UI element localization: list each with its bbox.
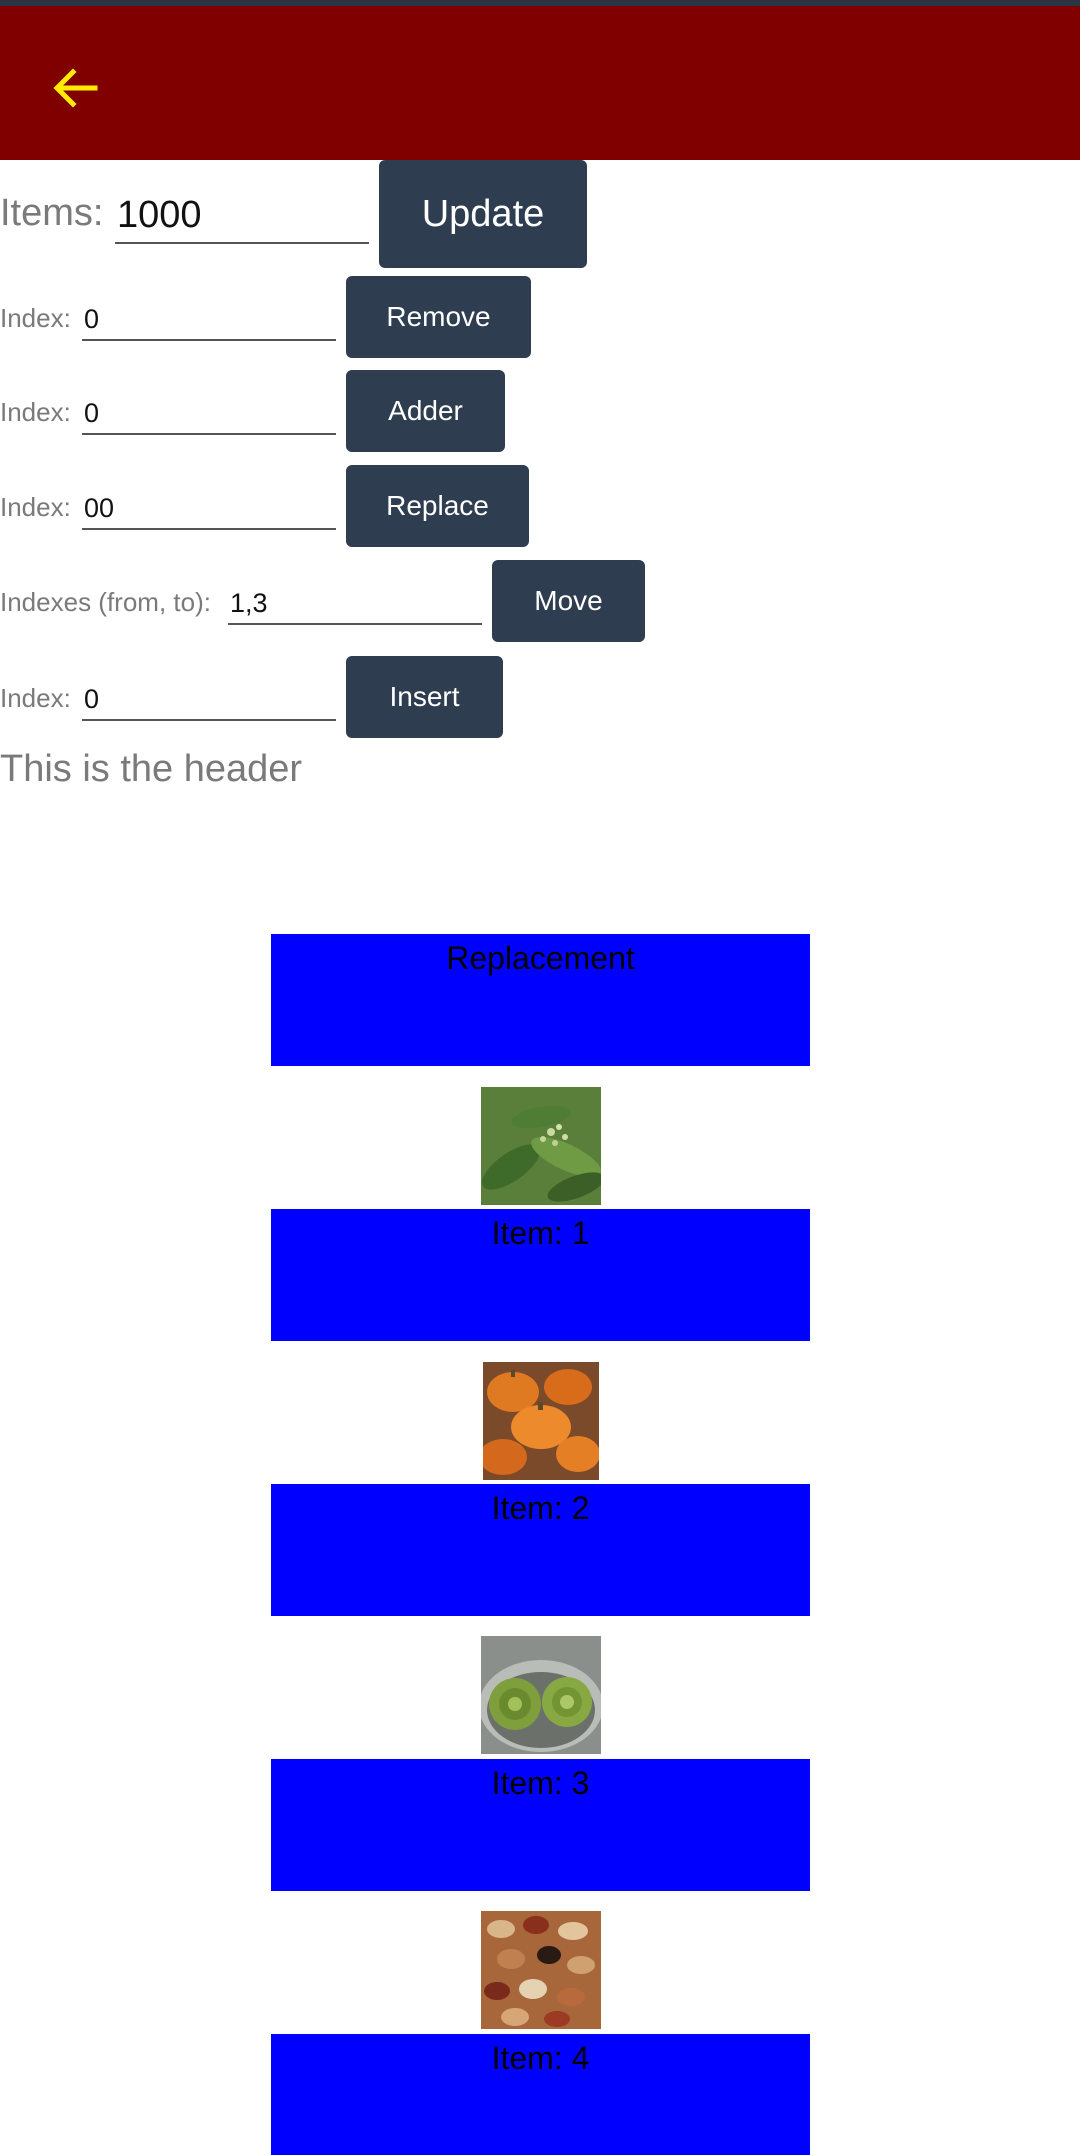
adder-index-label: Index: (0, 397, 71, 427)
list-item-label: Item: 1 (491, 1215, 590, 1251)
list-header: This is the header (0, 748, 303, 790)
replace-index-input[interactable] (82, 488, 336, 530)
list-item[interactable]: Item: 2 (271, 1484, 810, 1616)
insert-button[interactable]: Insert (346, 656, 503, 738)
list-item[interactable]: Item: 1 (271, 1209, 810, 1341)
items-label: Items: (0, 192, 104, 234)
list-item-label: Item: 3 (491, 1765, 590, 1801)
list-item[interactable]: Replacement (271, 934, 810, 1066)
herb-plant-photo (481, 1087, 601, 1205)
remove-button[interactable]: Remove (346, 276, 531, 358)
beans-photo (481, 1911, 601, 2029)
move-button[interactable]: Move (492, 560, 645, 642)
items-count-input[interactable] (115, 188, 369, 244)
app-bar (0, 6, 1080, 160)
adder-button[interactable]: Adder (346, 370, 505, 452)
update-button[interactable]: Update (379, 160, 587, 268)
replace-button[interactable]: Replace (346, 465, 529, 547)
artichokes-photo (481, 1636, 601, 1754)
move-indexes-label: Indexes (from, to): (0, 587, 211, 617)
insert-index-input[interactable] (82, 679, 336, 721)
insert-index-label: Index: (0, 683, 71, 713)
list-item-label: Replacement (446, 940, 635, 976)
move-indexes-input[interactable] (228, 583, 482, 625)
replace-index-label: Index: (0, 492, 71, 522)
back-button[interactable] (44, 56, 108, 120)
list-item[interactable]: Item: 3 (271, 1759, 810, 1891)
list-item-label: Item: 2 (491, 1490, 590, 1526)
adder-index-input[interactable] (82, 393, 336, 435)
pumpkins-photo (483, 1362, 599, 1480)
list-item[interactable]: Item: 4 (271, 2034, 810, 2155)
arrow-left-icon (53, 68, 98, 108)
remove-index-input[interactable] (82, 299, 336, 341)
remove-index-label: Index: (0, 303, 71, 333)
list-item-label: Item: 4 (491, 2040, 590, 2076)
